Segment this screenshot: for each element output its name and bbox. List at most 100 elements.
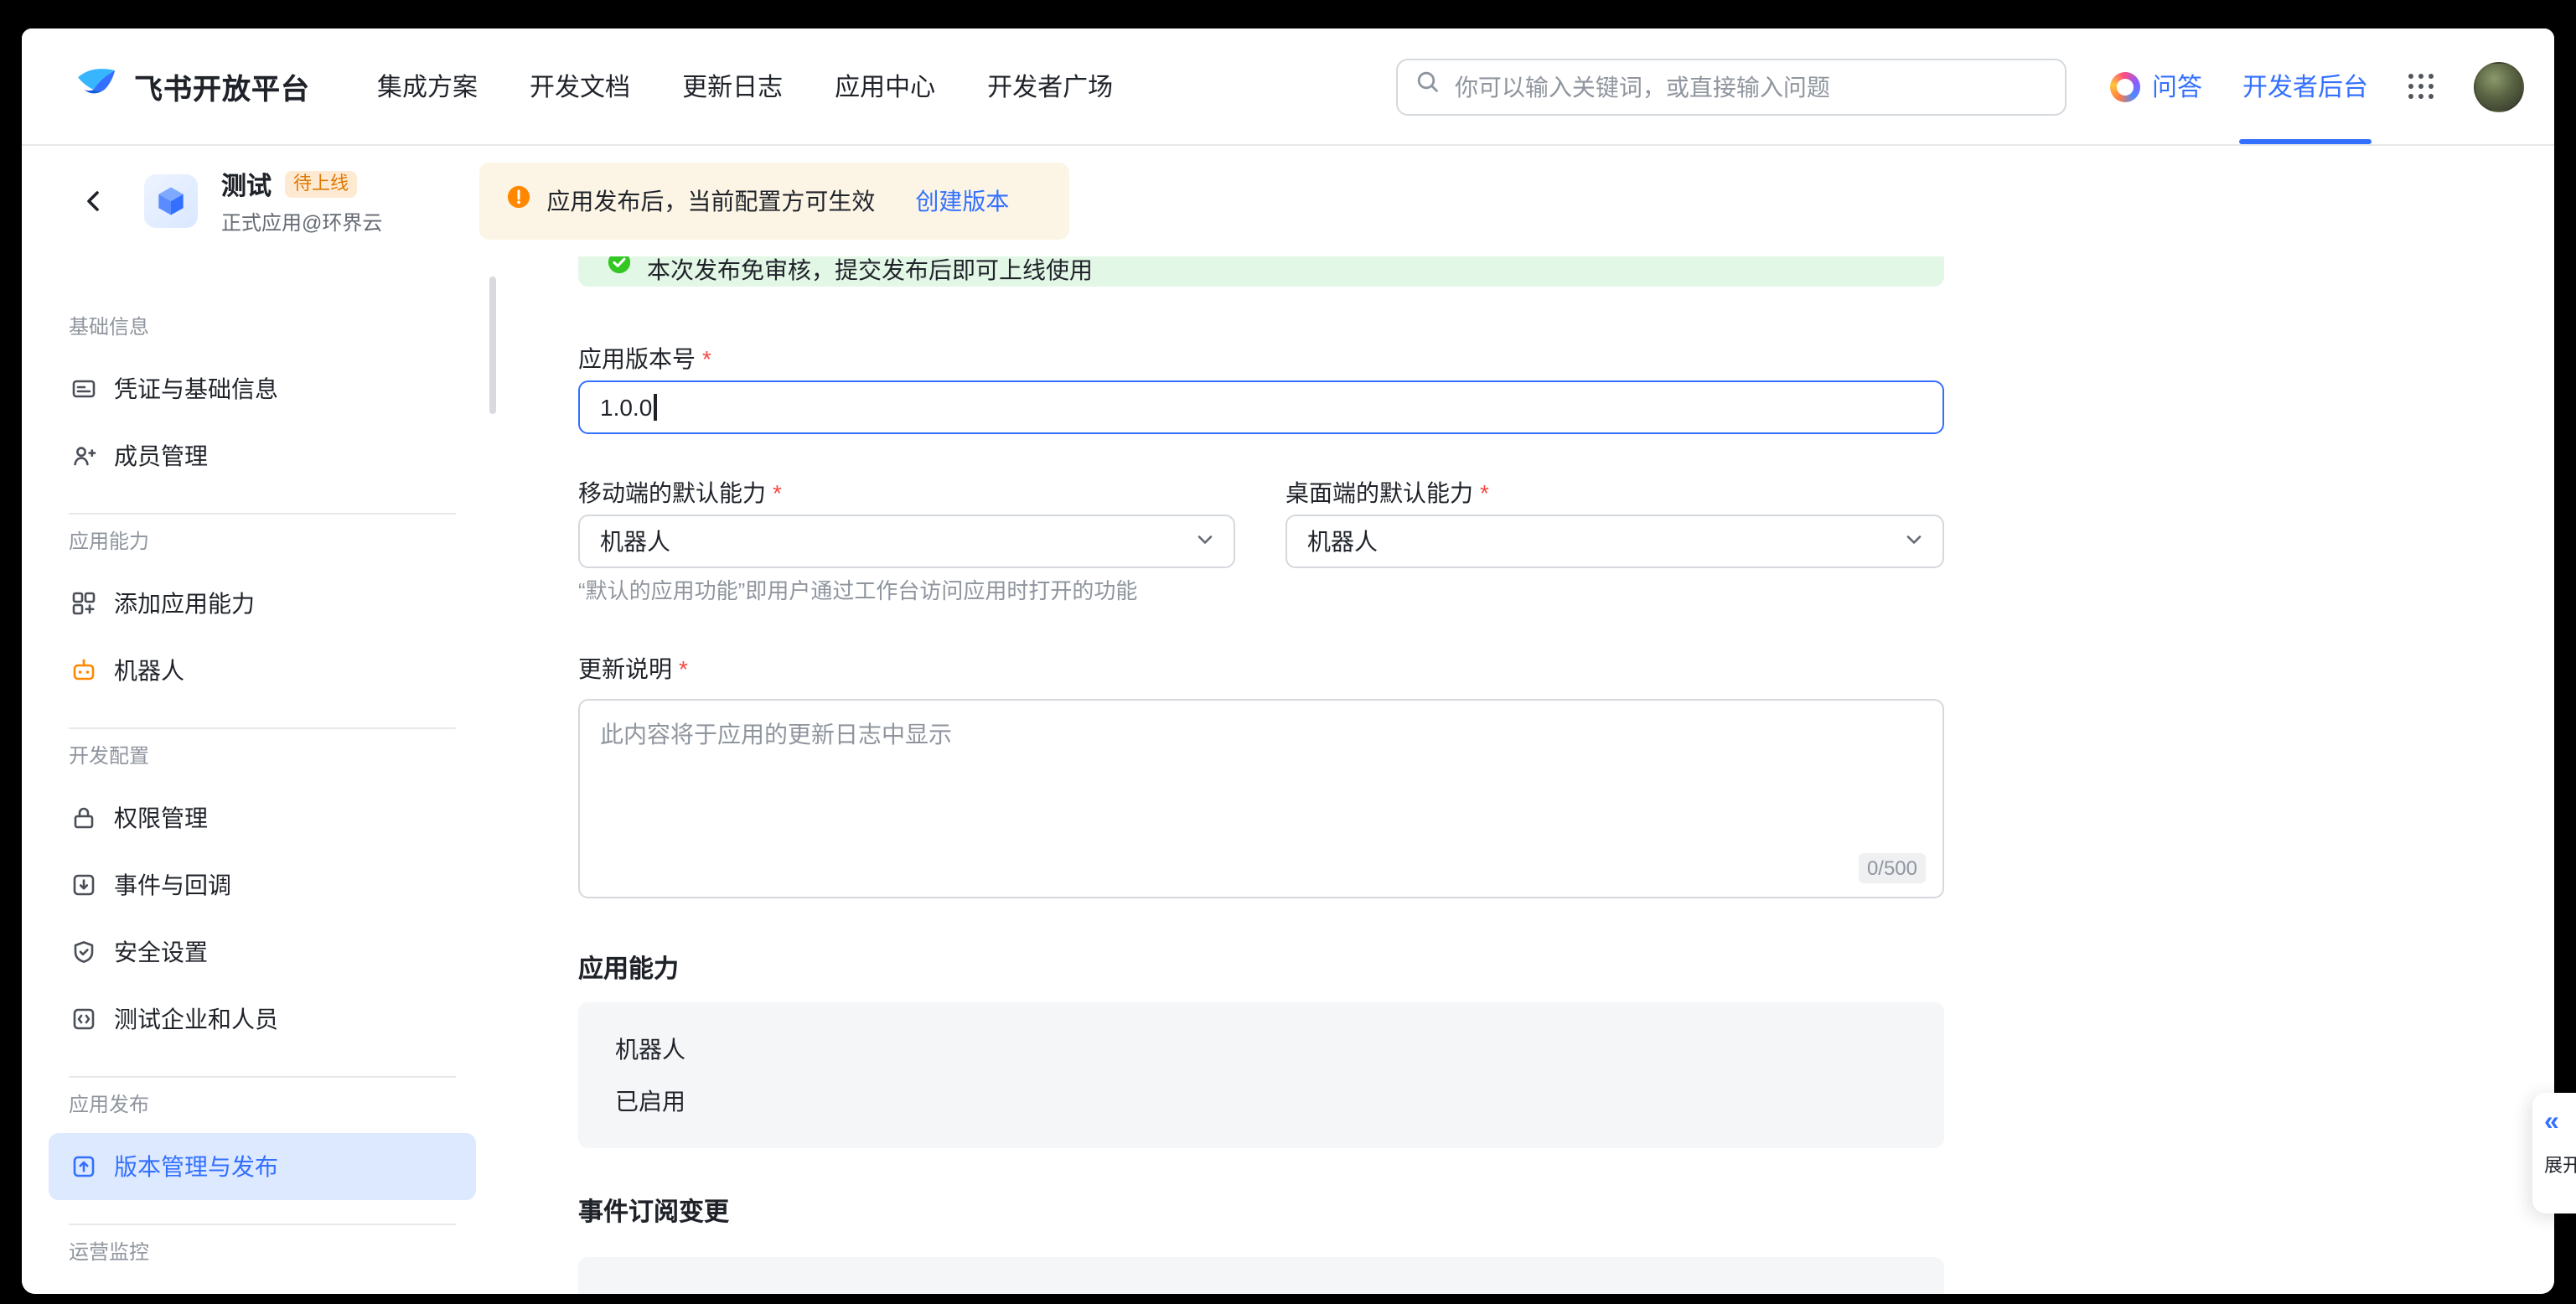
alert-text: 应用发布后，当前配置方可生效 <box>546 184 875 218</box>
members-icon <box>69 442 97 470</box>
mobile-capability-select[interactable]: 机器人 <box>578 515 1235 568</box>
char-counter: 0/500 <box>1859 853 1926 883</box>
sidebar-item-label: 凭证与基础信息 <box>114 372 278 406</box>
capability-hint: “默认的应用功能”即用户通过工作台访问应用时打开的功能 <box>578 578 1944 603</box>
main-content: 本次发布免审核，提交发布后即可上线使用 应用版本号* 1.0.0 移动端的默认能… <box>503 256 2554 1294</box>
code-brackets-icon <box>69 1005 97 1033</box>
app-icon <box>144 174 198 228</box>
version-label-text: 应用版本号 <box>578 345 696 372</box>
global-search[interactable] <box>1396 58 2066 115</box>
sidebar-section-release: 应用发布 <box>49 1091 476 1120</box>
nav-item-changelog[interactable]: 更新日志 <box>682 69 783 104</box>
chevron-down-icon <box>1902 527 1926 556</box>
sidebar-section-capabilities: 应用能力 <box>49 528 476 556</box>
event-callback-icon <box>69 871 97 899</box>
sidebar-scrollbar[interactable] <box>489 277 496 414</box>
robot-icon <box>69 656 97 685</box>
sidebar-item-credentials[interactable]: 凭证与基础信息 <box>49 355 476 422</box>
screen: 飞书开放平台 集成方案 开发文档 更新日志 应用中心 开发者广场 <box>0 0 2576 1304</box>
desktop-capability-field: 桌面端的默认能力 * 机器人 <box>1285 481 1944 568</box>
feishu-logo[interactable]: 飞书开放平台 <box>75 63 310 110</box>
qa-gradient-icon <box>2110 71 2140 101</box>
version-input-value: 1.0.0 <box>600 394 652 421</box>
create-version-link[interactable]: 创建版本 <box>915 184 1009 218</box>
sidebar-section-dev-config: 开发配置 <box>49 743 476 771</box>
shield-icon <box>69 938 97 966</box>
capability-section-title: 应用能力 <box>578 955 1944 984</box>
add-capability-icon <box>69 589 97 618</box>
sidebar-item-robot[interactable]: 机器人 <box>49 637 476 704</box>
sidebar-item-security[interactable]: 安全设置 <box>49 918 476 986</box>
publish-alert-banner: 应用发布后，当前配置方可生效 创建版本 <box>479 163 1069 240</box>
required-mark: * <box>702 345 711 372</box>
event-section-title: 事件订阅变更 <box>578 1198 1944 1227</box>
text-cursor <box>654 394 656 421</box>
required-mark: * <box>773 479 782 506</box>
sidebar: 基础信息 凭证与基础信息 <box>22 256 503 1294</box>
sidebar-item-label: 权限管理 <box>114 801 208 835</box>
required-mark: * <box>1480 479 1489 506</box>
expand-panel-button[interactable]: « 展开 <box>2532 1093 2576 1213</box>
update-note-label: 更新说明 * <box>578 657 1944 682</box>
warning-icon <box>506 184 531 218</box>
sidebar-item-add-capability[interactable]: 添加应用能力 <box>49 570 476 637</box>
user-avatar[interactable] <box>2474 61 2524 111</box>
sidebar-item-members[interactable]: 成员管理 <box>49 422 476 489</box>
divider <box>69 1076 456 1078</box>
nav-item-docs[interactable]: 开发文档 <box>530 69 630 104</box>
nav-item-solutions[interactable]: 集成方案 <box>377 69 478 104</box>
app-subtitle: 正式应用@环界云 <box>221 207 382 235</box>
nav-item-marketplace[interactable]: 开发者广场 <box>987 69 1113 104</box>
publish-icon <box>69 1152 97 1181</box>
search-input[interactable] <box>1455 73 2048 100</box>
sidebar-item-label: 添加应用能力 <box>114 587 255 620</box>
version-label: 应用版本号* <box>578 347 1944 372</box>
sidebar-section-basic-info: 基础信息 <box>49 313 476 342</box>
desktop-capability-value: 机器人 <box>1307 525 1378 558</box>
update-note-label-text: 更新说明 <box>578 655 672 682</box>
sidebar-item-label: 事件与回调 <box>114 868 231 902</box>
mobile-capability-label: 移动端的默认能力* <box>578 481 1235 506</box>
logo-text: 飞书开放平台 <box>134 65 310 107</box>
double-chevron-left-icon: « <box>2544 1108 2576 1136</box>
nav-item-app-center[interactable]: 应用中心 <box>835 69 935 104</box>
desktop-capability-select[interactable]: 机器人 <box>1285 515 1944 568</box>
apps-grid-icon[interactable] <box>2408 74 2434 99</box>
navbar-right: 问答 开发者后台 <box>2110 28 2524 144</box>
status-badge: 待上线 <box>285 171 357 198</box>
capability-name: 机器人 <box>615 1036 1907 1063</box>
success-banner: 本次发布免审核，提交发布后即可上线使用 <box>578 256 1944 287</box>
sidebar-item-label: 成员管理 <box>114 439 208 473</box>
browser-window: 飞书开放平台 集成方案 开发文档 更新日志 应用中心 开发者广场 <box>22 28 2554 1294</box>
capability-panel: 机器人 已启用 <box>578 1002 1944 1148</box>
sidebar-item-permissions[interactable]: 权限管理 <box>49 784 476 851</box>
desktop-capability-label-text: 桌面端的默认能力 <box>1285 479 1473 506</box>
sidebar-item-version-release[interactable]: 版本管理与发布 <box>49 1133 476 1200</box>
sidebar-item-events[interactable]: 事件与回调 <box>49 851 476 918</box>
search-icon <box>1415 69 1441 104</box>
top-navbar: 飞书开放平台 集成方案 开发文档 更新日志 应用中心 开发者广场 <box>22 28 2554 146</box>
success-check-icon <box>607 256 632 283</box>
app-name: 测试 <box>221 167 272 202</box>
qa-label: 问答 <box>2152 69 2202 104</box>
feishu-logo-icon <box>75 63 121 110</box>
credential-icon <box>69 375 97 403</box>
desktop-capability-label: 桌面端的默认能力 * <box>1285 481 1944 506</box>
sidebar-item-label: 版本管理与发布 <box>114 1150 278 1183</box>
sidebar-item-test-org[interactable]: 测试企业和人员 <box>49 986 476 1053</box>
cube-icon <box>153 183 189 220</box>
version-input[interactable]: 1.0.0 <box>578 380 1944 434</box>
divider <box>69 513 456 515</box>
sidebar-section-monitoring: 运营监控 <box>49 1239 476 1267</box>
update-note-textarea[interactable] <box>580 701 1942 897</box>
qa-button[interactable]: 问答 <box>2110 69 2202 104</box>
mobile-capability-field: 移动端的默认能力* 机器人 <box>578 481 1235 568</box>
divider <box>69 727 456 729</box>
app-subheader: 测试 待上线 正式应用@环界云 应用发布后，当前配置方可生效 创建版本 <box>22 146 2554 256</box>
lock-icon <box>69 804 97 832</box>
back-button[interactable] <box>80 188 107 215</box>
chevron-down-icon <box>1193 527 1217 556</box>
required-mark: * <box>679 655 688 682</box>
update-note-field: 0/500 <box>578 699 1944 898</box>
developer-console-link[interactable]: 开发者后台 <box>2242 28 2368 144</box>
